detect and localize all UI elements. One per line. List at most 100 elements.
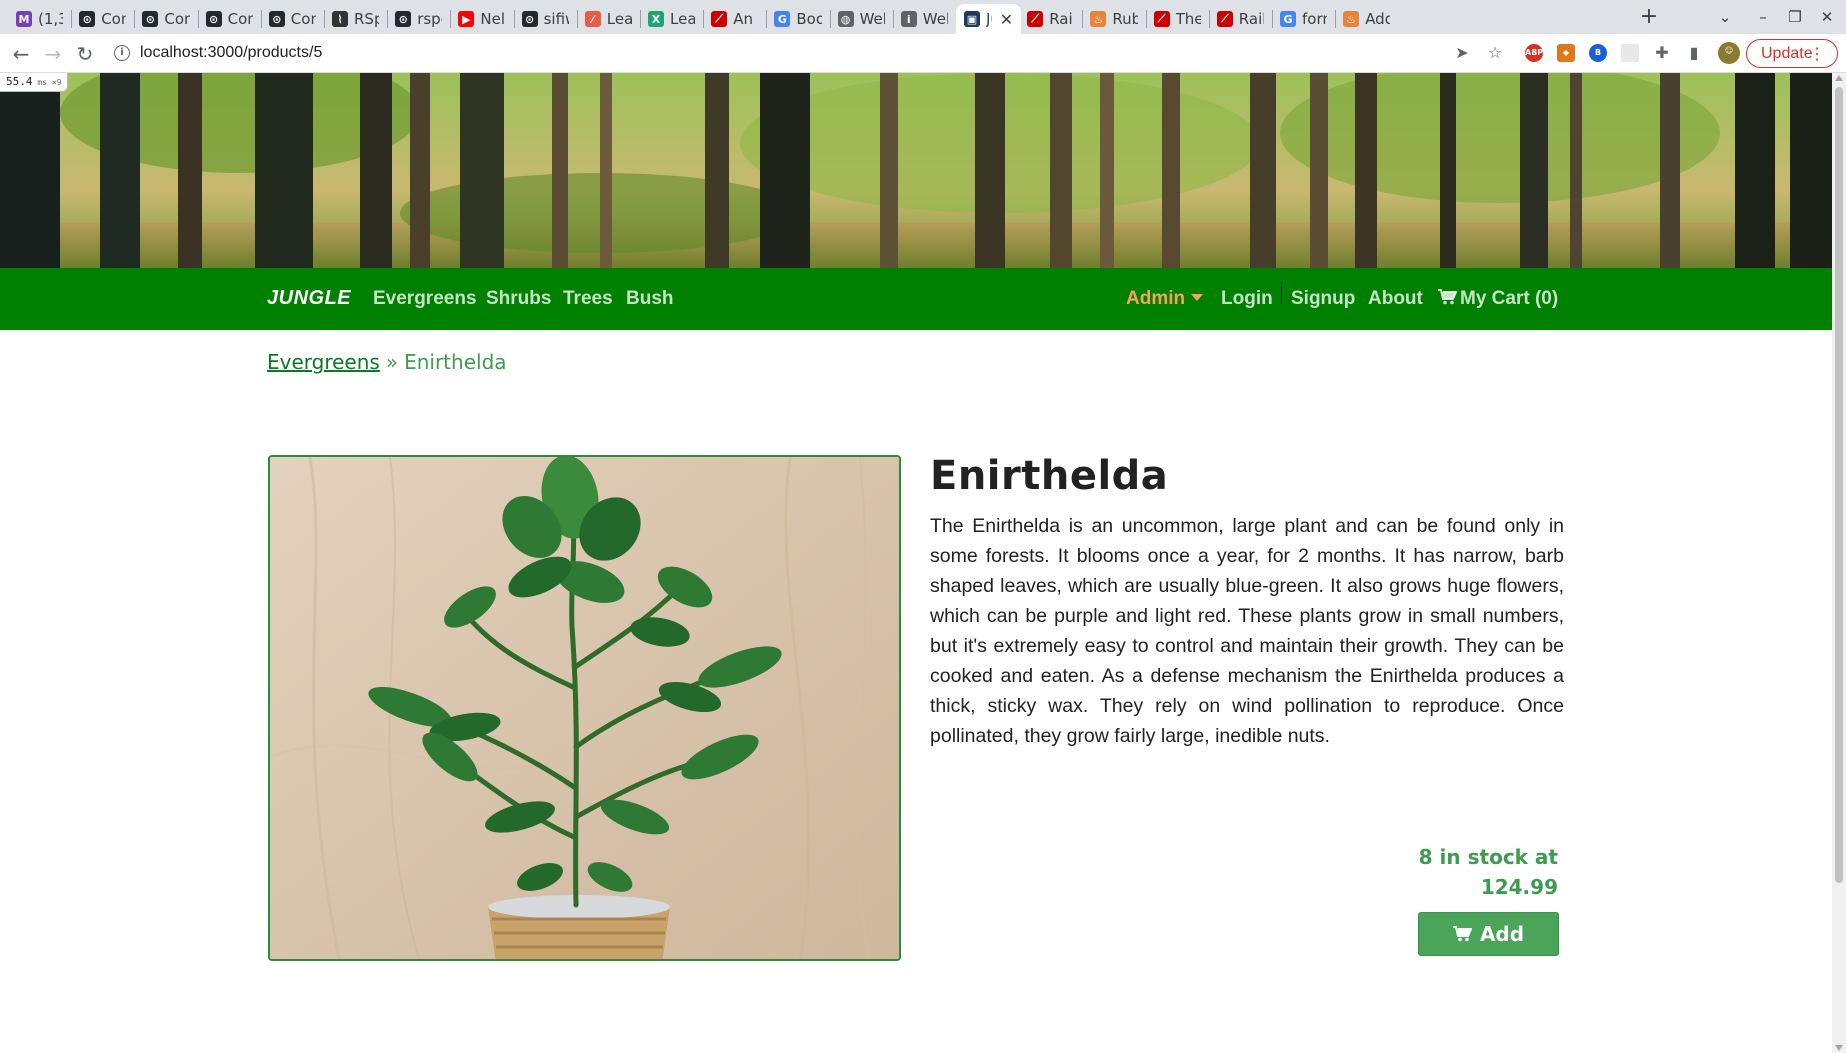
admin-dropdown[interactable]: Admin xyxy=(1126,288,1204,310)
scroll-up-arrow-icon[interactable] xyxy=(1835,75,1843,81)
breadcrumb-current: Enirthelda xyxy=(404,350,507,374)
tab-title: RSpe xyxy=(354,10,380,28)
rails-icon: ⟋ xyxy=(711,11,728,27)
browser-tab[interactable]: ⊙ Com xyxy=(134,4,197,34)
update-button[interactable]: Update ⋮ xyxy=(1746,39,1838,68)
main-navbar: JUNGLE Evergreens Shrubs Trees Bush Admi… xyxy=(0,268,1832,330)
browser-toolbar: ← → ↻ i localhost:3000/products/5 ➤ ☆ AB… xyxy=(0,34,1846,73)
browser-tab[interactable]: ▶ Nell xyxy=(450,4,513,34)
profile-avatar[interactable]: ☺ xyxy=(1718,42,1740,64)
browser-tab[interactable]: ♨ Ruby xyxy=(1082,4,1145,34)
browser-tab[interactable]: ♨ Addi xyxy=(1335,4,1398,34)
browser-tab[interactable]: X Learn xyxy=(640,4,703,34)
restore-button[interactable]: ❐ xyxy=(1780,4,1810,30)
scroll-down-arrow-icon[interactable] xyxy=(1835,1045,1843,1051)
scrollbar-thumb[interactable] xyxy=(1835,87,1843,883)
tab-separator xyxy=(640,10,641,28)
signup-link[interactable]: Signup xyxy=(1291,288,1355,310)
tab-separator xyxy=(1208,10,1210,28)
tab-title: Ju xyxy=(986,10,992,28)
send-icon[interactable]: ➤ xyxy=(1452,43,1472,63)
browser-tab[interactable]: ⊙ sifiw xyxy=(514,4,577,34)
tab-title: Com xyxy=(101,10,126,28)
forward-arrow-icon[interactable]: → xyxy=(40,41,66,67)
browser-tab[interactable]: ⊙ Com xyxy=(198,4,261,34)
url-text[interactable]: localhost:3000/products/5 xyxy=(140,44,322,62)
browser-tab[interactable]: ⟋ Rails xyxy=(1019,4,1082,34)
browser-tab[interactable]: ◍ Web xyxy=(830,4,893,34)
browser-tab[interactable]: M (1,38 xyxy=(8,4,71,34)
tab-search-chevron-icon[interactable]: ⌄ xyxy=(1710,4,1740,30)
browser-tab-strip: + ⌄ – ❐ ✕ M (1,38 ⊙ Com ⊙ Com ⊙ Com ⊙ Com ⌇ RSpe ⊙ rs… xyxy=(0,0,1846,34)
browser-tab[interactable]: ⟋ Rails xyxy=(1209,4,1272,34)
nav-link-shrubs[interactable]: Shrubs xyxy=(486,288,551,310)
browser-tab[interactable]: ⟋ An In xyxy=(703,4,766,34)
close-tab-icon[interactable]: ✕ xyxy=(1000,10,1013,29)
github-icon: ⊙ xyxy=(142,11,159,27)
close-window-button[interactable]: ✕ xyxy=(1812,4,1842,30)
tab-separator xyxy=(829,10,831,28)
login-link[interactable]: Login xyxy=(1221,288,1273,310)
github-icon: ⊙ xyxy=(521,11,538,27)
back-arrow-icon[interactable]: ← xyxy=(8,41,34,67)
browser-tab[interactable]: Gform xyxy=(1272,4,1335,34)
extension-b-icon[interactable]: B xyxy=(1589,44,1607,62)
tab-title: Com xyxy=(227,10,253,28)
browser-tab[interactable]: ⌇ RSpe xyxy=(324,4,387,34)
reload-icon[interactable]: ↻ xyxy=(72,41,98,67)
nav-link-evergreens[interactable]: Evergreens xyxy=(373,288,477,310)
tab-title: rspec xyxy=(417,10,442,28)
caret-down-icon xyxy=(1191,294,1204,301)
cart-link[interactable]: My Cart (0) xyxy=(1438,288,1558,310)
add-button-label: Add xyxy=(1479,922,1525,946)
tab-separator xyxy=(387,10,389,28)
browser-tab[interactable]: ⊙ Com xyxy=(261,4,324,34)
address-bar[interactable]: i localhost:3000/products/5 xyxy=(108,37,1498,69)
ruby-icon: ♨ xyxy=(1343,11,1360,27)
adblock-extension-icon[interactable]: ABP xyxy=(1525,44,1543,62)
side-panel-icon[interactable]: ▮ xyxy=(1684,43,1704,63)
nav-link-bush[interactable]: Bush xyxy=(626,288,674,310)
browser-tab[interactable]: ⊙ Com xyxy=(71,4,134,34)
breadcrumb-category-link[interactable]: Evergreens xyxy=(267,350,380,374)
browser-tab[interactable]: ▣ Ju ✕ xyxy=(956,4,1022,34)
tab-separator xyxy=(1272,10,1273,28)
shopping-cart-icon xyxy=(1438,289,1458,305)
browser-tab[interactable]: ⟋ The R xyxy=(1146,4,1209,34)
tab-title: Com xyxy=(164,10,189,28)
tab-separator xyxy=(260,10,262,28)
browser-tab[interactable]: i Web xyxy=(893,4,956,34)
profiler-badge[interactable]: 55.4 ms ×9 xyxy=(0,73,69,92)
minimize-button[interactable]: – xyxy=(1748,4,1778,30)
tab-title: Addi xyxy=(1365,10,1391,28)
bookmark-star-icon[interactable]: ☆ xyxy=(1485,43,1505,63)
about-link[interactable]: About xyxy=(1368,288,1423,310)
browser-tab[interactable]: ⊙ rspec xyxy=(387,4,450,34)
extensions-puzzle-icon[interactable]: ✚ xyxy=(1652,43,1672,63)
tab-separator xyxy=(766,10,768,28)
blank-extension-icon[interactable] xyxy=(1621,44,1639,62)
tab-title: Web xyxy=(922,10,948,28)
browser-tab[interactable]: G Book xyxy=(766,4,829,34)
brand-logo-link[interactable]: JUNGLE xyxy=(267,287,351,310)
add-to-cart-button[interactable]: Add xyxy=(1418,912,1559,956)
tab-separator xyxy=(703,10,705,28)
tab-title: Com xyxy=(290,10,316,28)
page-scrollbar[interactable] xyxy=(1832,73,1846,1053)
tab-separator xyxy=(1335,10,1337,28)
metamask-extension-icon[interactable]: ◆ xyxy=(1557,44,1575,62)
tab-title: (1,38 xyxy=(38,10,64,28)
tab-title: Rails xyxy=(1238,10,1264,28)
tab-title: Rails xyxy=(1049,10,1074,28)
tab-separator xyxy=(450,10,452,28)
globe-icon: ◍ xyxy=(837,11,854,27)
tab-title: Learn xyxy=(670,10,696,28)
tab-separator xyxy=(197,10,199,28)
browser-tab[interactable]: ⁄ Learn xyxy=(577,4,640,34)
nav-link-trees[interactable]: Trees xyxy=(563,288,613,310)
site-info-icon[interactable]: i xyxy=(114,45,130,61)
new-tab-button[interactable]: + xyxy=(1636,4,1662,30)
rspec-icon: ⌇ xyxy=(332,11,348,27)
nav-divider xyxy=(1281,282,1282,304)
breadcrumb: Evergreens» Enirthelda xyxy=(267,350,507,374)
